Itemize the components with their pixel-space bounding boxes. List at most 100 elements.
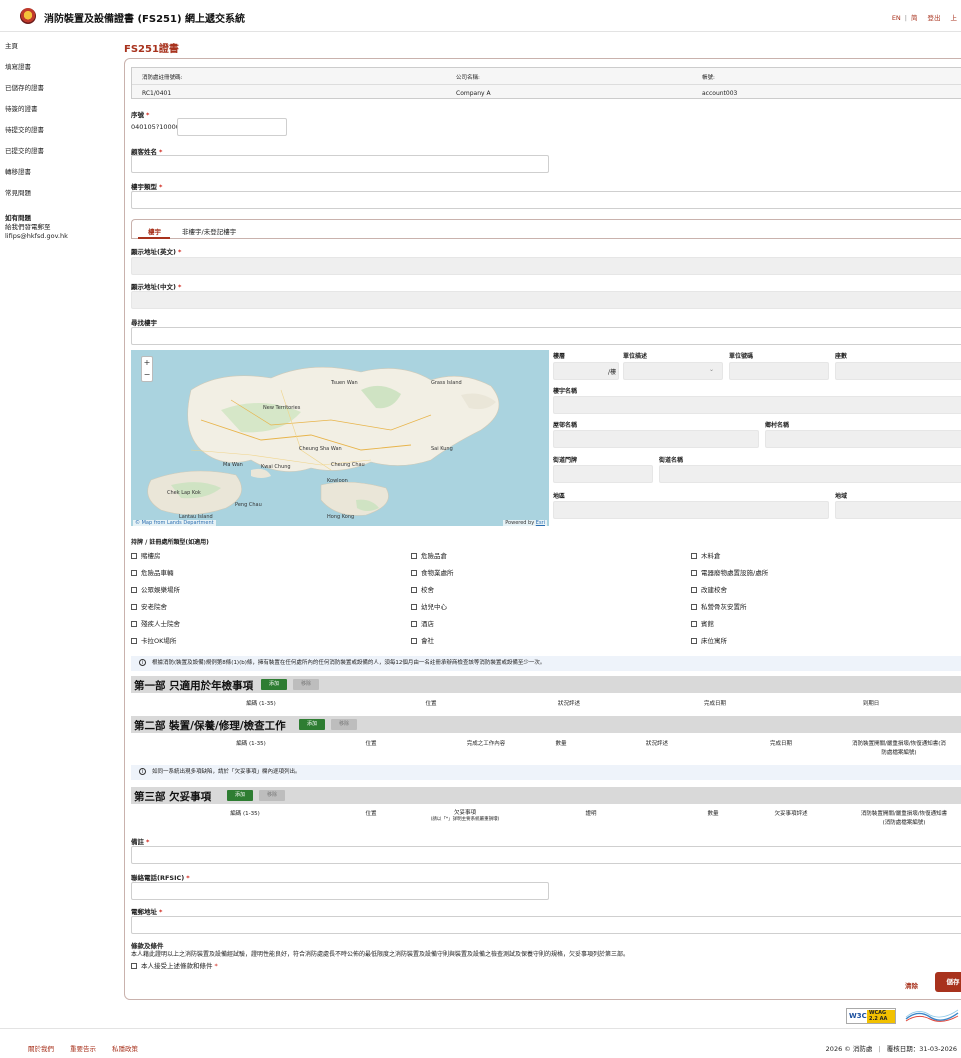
tab-non-building[interactable]: 非樓宇/未登記樓宇 xyxy=(182,226,236,236)
premises-checkbox[interactable]: 會社 xyxy=(411,635,434,645)
checkbox-box[interactable] xyxy=(691,553,697,559)
checkbox-box[interactable] xyxy=(691,638,697,644)
premises-checkbox[interactable]: 床位寓所 xyxy=(691,635,727,645)
premises-checkbox[interactable]: 賓館 xyxy=(691,618,714,628)
map-attribution-link[interactable]: © Map from Lands Department xyxy=(133,520,216,526)
info-divider xyxy=(132,84,961,85)
checkbox-box[interactable] xyxy=(131,604,137,610)
checkbox-box[interactable] xyxy=(131,621,137,627)
premises-checkbox[interactable]: 電器廢物處置設施/處所 xyxy=(691,567,768,577)
district-input[interactable] xyxy=(553,501,829,519)
chevron-down-icon: ⌄ xyxy=(708,366,714,373)
sidebar-item-to-submit[interactable]: 待提交的證書 xyxy=(0,120,112,141)
checkbox-box[interactable] xyxy=(411,638,417,644)
checkbox-label: 酒店 xyxy=(421,620,434,628)
clear-button[interactable]: 清除 xyxy=(905,980,918,990)
sidebar-item-submitted[interactable]: 已提交的證書 xyxy=(0,141,112,162)
checkbox-box[interactable] xyxy=(411,553,417,559)
zoom-in-button[interactable]: + xyxy=(142,357,152,369)
part3-title: 第三部 欠妥事項 xyxy=(134,791,212,803)
lang-sc-link[interactable]: 简 xyxy=(911,14,918,22)
sidebar-item-home[interactable]: 主頁 xyxy=(0,36,112,57)
save-button[interactable]: 儲存 xyxy=(935,972,961,992)
checkbox-box[interactable] xyxy=(131,638,137,644)
brand-hong-kong-logo-icon[interactable] xyxy=(904,1007,960,1025)
checkbox-box[interactable] xyxy=(411,604,417,610)
floor-input[interactable]: /樓 xyxy=(553,362,619,380)
part2-remove-button[interactable]: 移除 xyxy=(331,719,357,730)
premises-checkbox[interactable]: 殘疾人士院舍 xyxy=(131,618,180,628)
sidebar-item-transfer[interactable]: 轉移證書 xyxy=(0,162,112,183)
premises-checkbox[interactable]: 危險品車輛 xyxy=(131,567,174,577)
footer-privacy-link[interactable]: 私隱政策 xyxy=(112,1043,138,1053)
part3-col-comment: 欠妥事項評述 xyxy=(774,811,808,817)
checkbox-label: 危險品倉 xyxy=(421,552,447,560)
village-input[interactable] xyxy=(765,430,961,448)
checkbox-box[interactable] xyxy=(691,604,697,610)
block-input[interactable] xyxy=(835,362,961,380)
zoom-out-button[interactable]: − xyxy=(142,369,152,381)
building-name-input[interactable] xyxy=(553,396,961,414)
premises-checkbox[interactable]: 危險品倉 xyxy=(411,550,447,560)
sidebar-item-fill-cert[interactable]: 填寫證書 xyxy=(0,57,112,78)
footer-about-link[interactable]: 關於我們 xyxy=(28,1043,54,1053)
user-link[interactable]: 上 xyxy=(951,14,958,22)
serial-input[interactable] xyxy=(177,118,287,136)
premises-checkbox[interactable]: 賭樓房 xyxy=(131,550,161,560)
part1-remove-button[interactable]: 移除 xyxy=(293,679,319,690)
footer-notice-link[interactable]: 重要告示 xyxy=(70,1043,96,1053)
help-email-link[interactable]: lifips@hkfsd.gov.hk xyxy=(5,232,112,241)
checkbox-box[interactable] xyxy=(131,963,137,969)
part2-add-button[interactable]: 添加 xyxy=(299,719,325,730)
sidebar-item-faq[interactable]: 常見問題 xyxy=(0,183,112,204)
premises-checkbox[interactable]: 安老院舍 xyxy=(131,601,167,611)
part1-add-button[interactable]: 添加 xyxy=(261,679,287,690)
premises-checkbox[interactable]: 卡拉OK場所 xyxy=(131,635,176,645)
estate-input[interactable] xyxy=(553,430,759,448)
email-input[interactable] xyxy=(131,916,961,934)
location-map[interactable]: + − New Territories Kowloon Hong Kong La… xyxy=(131,350,549,526)
search-building-input[interactable] xyxy=(131,327,961,345)
lang-en-link[interactable]: EN xyxy=(892,14,901,22)
checkbox-box[interactable] xyxy=(691,587,697,593)
part3-add-button[interactable]: 添加 xyxy=(227,790,253,801)
building-type-select[interactable]: ⌄ xyxy=(131,191,961,209)
tab-building[interactable]: 樓宇 xyxy=(148,226,161,236)
premises-checkbox[interactable]: 改建校舍 xyxy=(691,584,727,594)
phone-input[interactable] xyxy=(131,882,549,900)
checkbox-label: 會社 xyxy=(421,637,434,645)
lang-separator: | xyxy=(904,14,907,22)
unit-no-input[interactable] xyxy=(729,362,829,380)
page-title: FS251證書 xyxy=(124,44,179,55)
street-no-input[interactable] xyxy=(553,465,653,483)
part3-remove-button[interactable]: 移除 xyxy=(259,790,285,801)
wcag-badge[interactable]: W3C WCAG 2.2 AA xyxy=(846,1008,896,1024)
unit-desc-select[interactable]: ⌄ xyxy=(623,362,723,380)
checkbox-box[interactable] xyxy=(691,570,697,576)
checkbox-box[interactable] xyxy=(131,570,137,576)
building-type-label: 樓宇類型 * xyxy=(131,181,162,191)
sidebar-item-to-sign[interactable]: 待簽的證書 xyxy=(0,99,112,120)
premises-checkbox[interactable]: 公眾娛樂場所 xyxy=(131,584,180,594)
remarks-input[interactable] xyxy=(131,846,961,864)
premises-checkbox[interactable]: 酒店 xyxy=(411,618,434,628)
logout-link[interactable]: 登出 xyxy=(928,14,941,22)
esri-link[interactable]: Esri xyxy=(536,520,545,526)
customer-name-input[interactable] xyxy=(131,155,549,173)
premises-checkbox[interactable]: 木料倉 xyxy=(691,550,721,560)
accept-terms-checkbox[interactable]: 本人接受上述條款和條件 * xyxy=(131,960,218,970)
checkbox-box[interactable] xyxy=(131,553,137,559)
checkbox-box[interactable] xyxy=(411,621,417,627)
premises-checkbox[interactable]: 幼兒中心 xyxy=(411,601,447,611)
checkbox-box[interactable] xyxy=(411,587,417,593)
premises-checkbox[interactable]: 私營骨灰安置所 xyxy=(691,601,747,611)
premises-checkbox[interactable]: 食物業處所 xyxy=(411,567,454,577)
premises-checkbox[interactable]: 校舍 xyxy=(411,584,434,594)
region-input[interactable] xyxy=(835,501,961,519)
checkbox-box[interactable] xyxy=(691,621,697,627)
fsd-logo-icon[interactable] xyxy=(20,8,36,24)
checkbox-box[interactable] xyxy=(131,587,137,593)
checkbox-box[interactable] xyxy=(411,570,417,576)
sidebar-item-saved[interactable]: 已儲存的證書 xyxy=(0,78,112,99)
street-name-input[interactable] xyxy=(659,465,961,483)
